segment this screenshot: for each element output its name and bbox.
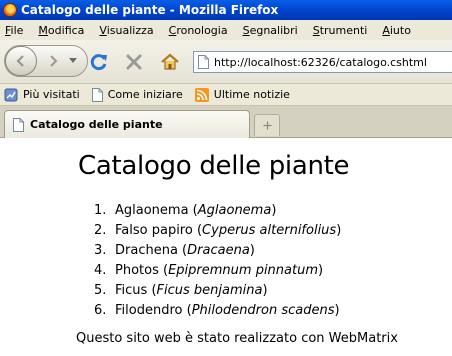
window-title: Catalogo delle piante - Mozilla Firefox [21, 3, 279, 17]
page-content: Catalogo delle piante 1. Aglaonema (Aglao… [0, 139, 452, 356]
stop-button[interactable] [122, 50, 146, 74]
bookmark-label: Più visitati [23, 88, 80, 101]
list-item: 3. Drachena (Dracaena) [94, 243, 255, 258]
back-button[interactable] [5, 46, 37, 76]
bookmark-label: Come iniziare [107, 88, 183, 101]
plant-list: 1. Aglaonema (Aglaonema) 2. Falso papiro (… [94, 201, 341, 321]
list-item: 4. Photos (Epipremnum pinnatum) [94, 263, 324, 278]
stop-icon [126, 54, 142, 70]
new-tab-button[interactable] [254, 114, 280, 136]
menu-segnalibri[interactable]: Segnalibri [243, 24, 298, 37]
tab-strip: Catalogo delle piante [0, 106, 452, 138]
navigation-toolbar: http://localhost:62326/catalogo.cshtml [0, 40, 452, 84]
menu-file[interactable]: File [5, 24, 23, 37]
list-item: 5. Ficus (Ficus benjamina) [94, 283, 268, 298]
menu-strumenti[interactable]: Strumenti [313, 24, 368, 37]
list-item: 1. Aglaonema (Aglaonema) [94, 203, 277, 218]
back-forward-group [4, 45, 88, 77]
firefox-logo-icon [3, 3, 17, 17]
url-text: http://localhost:62326/catalogo.cshtml [214, 55, 427, 69]
page-icon [91, 87, 103, 102]
menu-bar: File Modifica Visualizza Cronologia Segn… [0, 20, 452, 40]
page-icon [198, 55, 209, 69]
page-icon [13, 117, 24, 132]
title-bar: Catalogo delle piante - Mozilla Firefox [0, 0, 452, 20]
history-dropdown-button[interactable] [67, 55, 79, 67]
tab-label: Catalogo delle piante [30, 118, 163, 131]
home-icon [161, 53, 179, 70]
history-dropdown-icon [69, 58, 77, 63]
bookmark-label: Ultime notizie [213, 88, 290, 101]
menu-visualizza[interactable]: Visualizza [99, 24, 153, 37]
footer-text: Questo sito web è stato realizzato con W… [76, 331, 398, 346]
list-item: 2. Falso papiro (Cyperus alternifolius) [94, 223, 342, 238]
most-visited-icon [4, 88, 18, 101]
menu-modifica[interactable]: Modifica [38, 24, 84, 37]
tab-catalogo[interactable]: Catalogo delle piante [4, 110, 250, 138]
menu-cronologia[interactable]: Cronologia [169, 24, 228, 37]
reload-button[interactable] [87, 50, 111, 74]
bookmark-ultime-notizie[interactable]: Ultime notizie [194, 87, 290, 102]
forward-button[interactable] [43, 52, 63, 70]
rss-icon [194, 87, 209, 102]
forward-icon [50, 55, 58, 67]
new-tab-icon [263, 121, 271, 130]
back-icon [16, 55, 24, 67]
bookmark-piu-visitati[interactable]: Più visitati [4, 88, 80, 102]
list-item: 6. Filodendro (Philodendron scadens) [94, 303, 340, 318]
bookmarks-toolbar: Più visitati Come iniziare Ultime notizi… [0, 84, 452, 106]
page-title: Catalogo delle piante [78, 151, 350, 181]
home-button[interactable] [158, 50, 182, 74]
url-bar[interactable]: http://localhost:62326/catalogo.cshtml [193, 51, 452, 73]
bookmark-come-iniziare[interactable]: Come iniziare [91, 87, 183, 102]
reload-icon [90, 54, 107, 71]
menu-aiuto[interactable]: Aiuto [382, 24, 411, 37]
